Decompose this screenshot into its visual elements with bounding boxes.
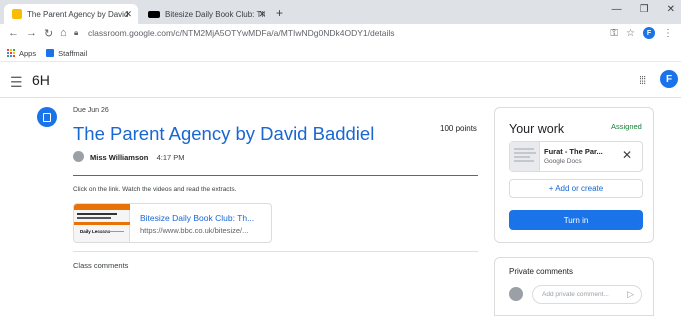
header-divider — [73, 175, 478, 176]
bbc-favicon-icon — [148, 10, 160, 18]
bookmark-apps[interactable]: Apps — [7, 49, 36, 58]
window-controls: — ❐ ✕ — [612, 4, 681, 15]
tab-label: The Parent Agency by David Bad — [27, 9, 131, 19]
send-icon[interactable]: ▷ — [627, 289, 634, 300]
your-work-title: Your work — [509, 122, 565, 136]
status-badge: Assigned — [611, 122, 642, 131]
star-icon[interactable]: ☆ — [626, 28, 635, 39]
link-attachment[interactable]: Daily Lessons Bitesize Daily Book Club: … — [73, 203, 272, 243]
url-field[interactable]: classroom.google.com/c/NTM2MjA5OTYwMDFa/… — [88, 28, 395, 38]
private-comments-card: Private comments Add private comment... … — [494, 257, 654, 316]
google-apps-icon[interactable]: ⁞⁞⁞ — [639, 75, 646, 87]
assignment-title: The Parent Agency by David Baddiel — [73, 123, 375, 144]
maximize-icon[interactable]: ❐ — [640, 4, 649, 15]
file-type: Google Docs — [544, 158, 582, 165]
lock-icon: 🔒︎ — [74, 28, 79, 37]
private-comment-input[interactable]: Add private comment... ▷ — [532, 285, 642, 304]
comment-placeholder: Add private comment... — [542, 291, 609, 298]
bookmark-label: Staffmail — [58, 48, 88, 58]
attachment-url: https://www.bbc.co.uk/bitesize/... — [140, 226, 249, 235]
file-name: Furat - The Par... — [544, 147, 603, 156]
class-comments-heading: Class comments — [73, 261, 129, 270]
user-avatar — [509, 287, 523, 301]
close-tab-icon[interactable]: ✕ — [124, 9, 132, 20]
assignment-instructions: Click on the link. Watch the videos and … — [73, 186, 237, 193]
address-bar-actions: ⚿ ☆ F ⋮ — [610, 27, 673, 39]
assignment-points: 100 points — [440, 124, 477, 133]
staffmail-icon — [46, 49, 55, 57]
comments-divider — [73, 251, 478, 252]
account-avatar[interactable]: F — [660, 70, 678, 88]
teacher-avatar — [73, 151, 84, 162]
doc-thumbnail — [510, 142, 540, 171]
main-menu-icon[interactable]: ☰ — [10, 74, 23, 91]
bookmark-staffmail[interactable]: Staffmail — [46, 49, 87, 58]
attachment-thumbnail: Daily Lessons — [74, 204, 130, 242]
private-comments-title: Private comments — [509, 267, 574, 276]
class-name[interactable]: 6H — [32, 72, 50, 88]
minimize-icon[interactable]: — — [612, 4, 622, 15]
remove-file-icon[interactable]: ✕ — [622, 148, 632, 162]
more-menu-icon[interactable]: ⋮ — [663, 28, 673, 39]
teacher-byline: Miss Williamson 4:17 PM — [90, 153, 185, 162]
back-arrow-icon[interactable]: ← — [8, 27, 19, 39]
close-window-icon[interactable]: ✕ — [667, 4, 675, 15]
bookmark-label: Apps — [19, 48, 37, 58]
browser-profile-avatar[interactable]: F — [643, 27, 655, 39]
bookmarks-bar: Apps Staffmail — [0, 45, 681, 62]
browser-tab-active[interactable]: The Parent Agency by David Bad ✕ — [4, 4, 138, 24]
teacher-name: Miss Williamson — [90, 153, 149, 162]
new-tab-button[interactable]: + — [276, 6, 283, 20]
due-date: Due Jun 26 — [73, 107, 109, 114]
attachment-title[interactable]: Bitesize Daily Book Club: Th... — [140, 213, 254, 223]
reload-icon[interactable]: ↻ — [44, 27, 53, 40]
forward-arrow-icon[interactable]: → — [26, 27, 37, 39]
tab-label: Bitesize Daily Book Club: The Par — [165, 9, 265, 19]
classroom-header: ☰ 6H ⁞⁞⁞ F — [0, 62, 681, 98]
turn-in-button[interactable]: Turn in — [509, 210, 643, 230]
attached-file[interactable]: Furat - The Par... Google Docs ✕ — [509, 141, 643, 172]
close-tab-icon[interactable]: ✕ — [258, 9, 266, 20]
apps-grid-icon — [7, 49, 15, 57]
add-or-create-button[interactable]: + Add or create — [509, 179, 643, 198]
classroom-favicon-icon — [12, 9, 22, 19]
post-time: 4:17 PM — [156, 153, 185, 162]
address-bar: ← → ↻ ⌂ 🔒︎ classroom.google.com/c/NTM2Mj… — [0, 24, 681, 45]
browser-tab[interactable]: Bitesize Daily Book Club: The Par ✕ — [140, 4, 272, 24]
browser-tab-bar: The Parent Agency by David Bad ✕ Bitesiz… — [0, 0, 681, 24]
key-icon[interactable]: ⚿ — [610, 28, 618, 39]
assignment-icon — [37, 107, 57, 127]
your-work-card: Your work Assigned Furat - The Par... Go… — [494, 107, 654, 243]
home-icon[interactable]: ⌂ — [60, 27, 67, 39]
